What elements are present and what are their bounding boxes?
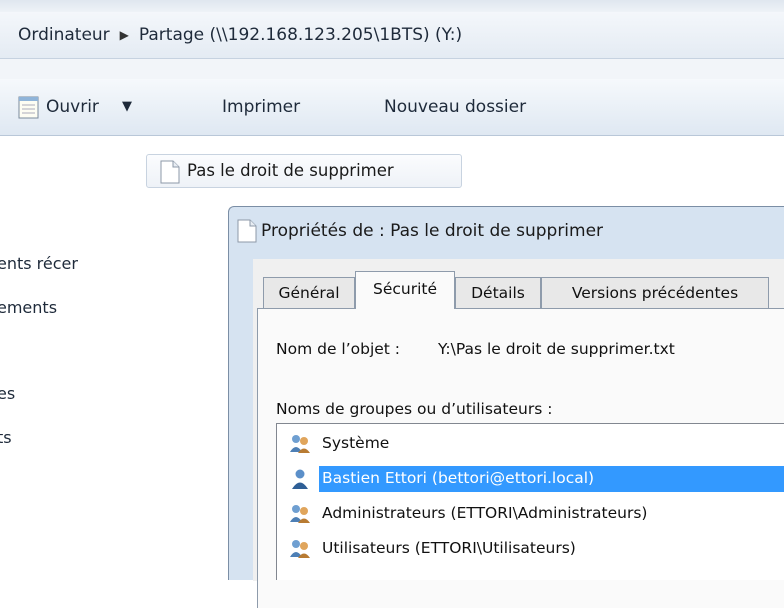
principal-row-selected[interactable]: Bastien Ettori (bettori@ettori.local) [277,466,784,492]
nav-item-documents[interactable]: ts [0,428,12,447]
nav-item-libraries[interactable]: es [0,384,15,403]
principal-row[interactable]: Système [277,431,784,457]
tab-security[interactable]: Sécurité [355,271,455,309]
open-dropdown-arrow-icon[interactable]: ▼ [122,79,132,135]
open-button[interactable]: Ouvrir [46,79,99,135]
tab-details[interactable]: Détails [455,277,541,308]
print-button[interactable]: Imprimer [222,79,300,135]
new-folder-button[interactable]: Nouveau dossier [384,79,526,135]
tab-previous-versions[interactable]: Versions précédentes [541,277,769,308]
principal-name: Utilisateurs (ETTORI\Utilisateurs) [322,539,576,557]
principal-row[interactable]: Utilisateurs (ETTORI\Utilisateurs) [277,536,784,562]
principals-listbox[interactable]: Système Bastien Ettori (bettori@ettori.l… [276,423,784,580]
file-item[interactable]: Pas le droit de supprimer [146,154,462,188]
groups-label: Noms de groupes ou d’utilisateurs : [276,400,553,418]
toolbar-spacer [0,59,784,79]
notepad-icon [18,96,39,119]
principal-row[interactable]: Administrateurs (ETTORI\Administrateurs) [277,501,784,527]
object-name-label: Nom de l’objet : [276,340,401,358]
group-icon [290,505,310,523]
principal-name: Bastien Ettori (bettori@ettori.local) [322,469,595,487]
dialog-title: Propriétés de : Pas le droit de supprime… [261,221,604,241]
object-name-value: Y:\Pas le droit de supprimer.txt [438,340,675,358]
window-top-edge [0,0,784,12]
nav-item-recent[interactable]: ents récer [0,254,78,273]
principal-name: Administrateurs (ETTORI\Administrateurs) [322,504,648,522]
group-icon [290,540,310,558]
breadcrumb-separator-icon[interactable]: ▶ [120,28,129,42]
user-icon [292,469,308,489]
text-file-icon [160,160,180,184]
command-toolbar: Ouvrir ▼ Imprimer Nouveau dossier [0,79,784,136]
breadcrumb-computer[interactable]: Ordinateur [18,25,110,45]
navigation-pane: ents récer ements es ts [0,136,118,580]
file-name: Pas le droit de supprimer [187,161,394,180]
document-icon [237,219,257,243]
breadcrumb-share[interactable]: Partage (\\192.168.123.205\1BTS) (Y:) [139,25,462,45]
group-icon [290,435,310,453]
tab-general[interactable]: Général [263,277,355,308]
nav-item-downloads[interactable]: ements [0,298,57,317]
principal-name: Système [322,434,390,452]
address-bar[interactable]: Ordinateur ▶ Partage (\\192.168.123.205\… [0,12,784,59]
